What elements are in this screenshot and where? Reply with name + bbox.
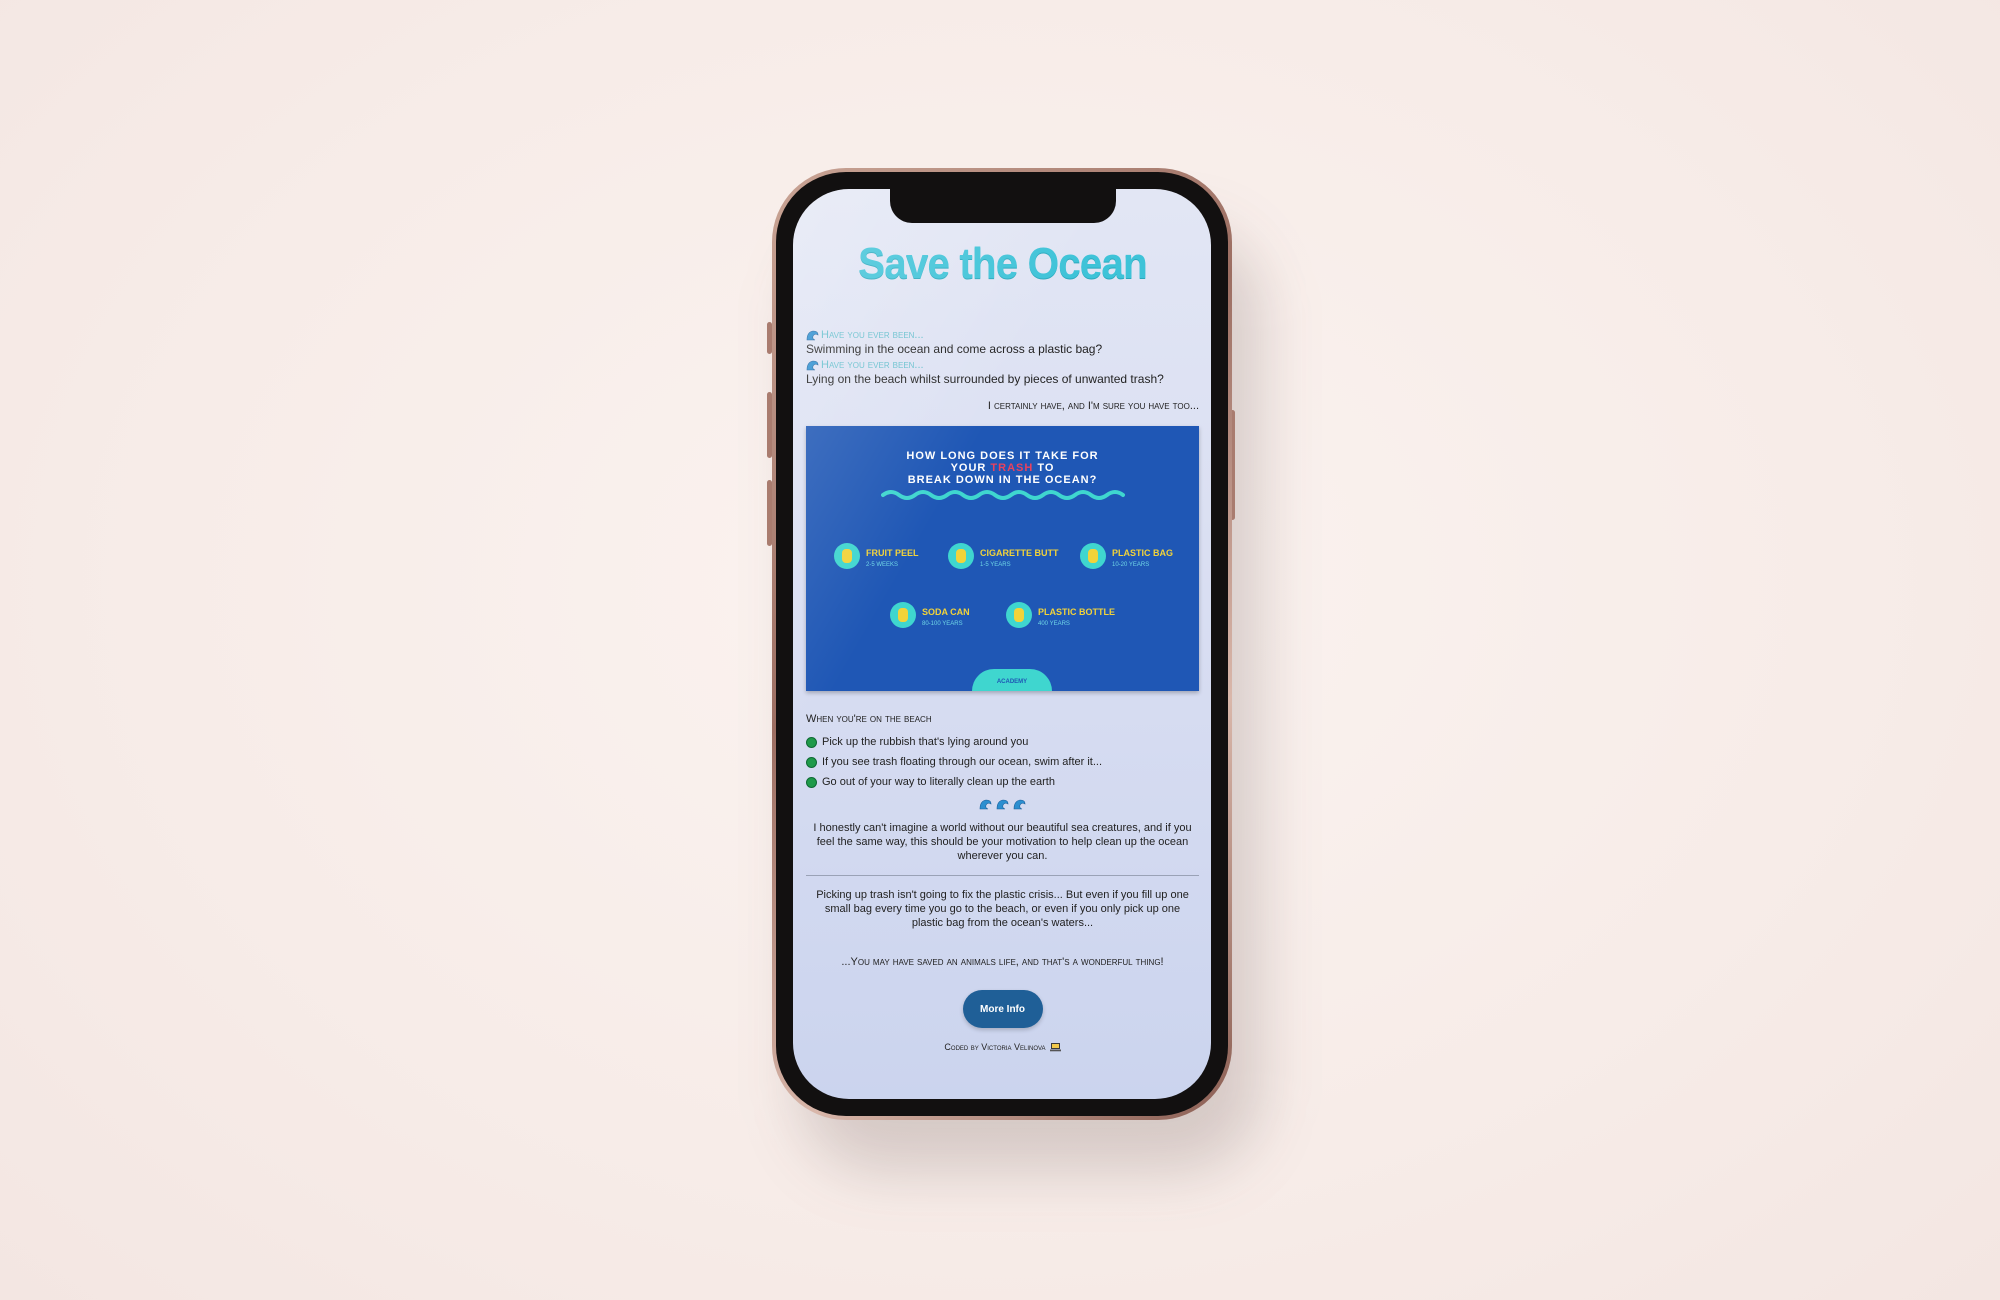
green-circle-icon <box>806 736 817 748</box>
cigarette-butt-icon <box>948 543 974 569</box>
infographic-title-word: YOUR <box>950 462 987 474</box>
more-info-button[interactable]: More Info <box>962 990 1043 1028</box>
tip-text: Go out of your way to literally clean up… <box>822 776 1055 788</box>
plastic-bag-icon <box>1080 543 1106 569</box>
wave-icon <box>806 330 819 341</box>
infographic-item: CIGARETTE BUTT 1-5 YEARS <box>948 543 1059 569</box>
infographic-item-label: SODA CAN <box>922 607 970 617</box>
section-divider <box>806 875 1199 876</box>
wave-divider-icon <box>881 490 1125 500</box>
question-text: Lying on the beach whilst surrounded by … <box>806 372 1164 386</box>
infographic-item-duration: 10-20 YEARS <box>1112 562 1150 568</box>
infographic-item-label: CIGARETTE BUTT <box>980 548 1059 558</box>
academy-badge: ACADEMY <box>972 669 1052 691</box>
green-circle-icon <box>806 776 817 788</box>
tip-item: If you see trash floating through our oc… <box>806 755 1199 769</box>
infographic-title: HOW LONG DOES IT TAKE FOR YOUR TRASH TO … <box>806 450 1199 486</box>
tip-text: If you see trash floating through our oc… <box>822 756 1103 768</box>
tip-item: Pick up the rubbish that's lying around … <box>806 735 1199 749</box>
page-content: Save the Ocean Have you ever been... Swi… <box>806 239 1199 1052</box>
infographic-item: SODA CAN 80-100 YEARS <box>890 602 970 628</box>
closing-line: ...You may have saved an animals life, a… <box>841 956 1164 968</box>
tip-text: Pick up the rubbish that's lying around … <box>822 736 1029 748</box>
footer-credit: Coded by Victoria Velinova <box>944 1042 1046 1052</box>
question-heading: Have you ever been... <box>806 359 1199 372</box>
question-text: Swimming in the ocean and come across a … <box>806 342 1103 356</box>
phone-screen: Save the Ocean Have you ever been... Swi… <box>793 189 1211 1099</box>
infographic-item-duration: 80-100 YEARS <box>922 621 963 627</box>
phone-frame: Save the Ocean Have you ever been... Swi… <box>772 168 1232 1120</box>
infographic-item: PLASTIC BOTTLE 400 YEARS <box>1006 602 1115 628</box>
infographic-title-word: TO <box>1037 462 1055 474</box>
page-title: Save the Ocean <box>858 239 1148 288</box>
wave-icon <box>1014 799 1026 810</box>
infographic-item-duration: 2-5 WEEKS <box>866 562 899 568</box>
question-block: Have you ever been... Swimming in the oc… <box>806 329 1199 357</box>
question-heading-text: Have you ever been... <box>821 329 924 341</box>
question-heading-text: Have you ever been... <box>821 359 924 371</box>
green-circle-icon <box>806 756 817 768</box>
infographic-item-label: PLASTIC BAG <box>1112 548 1174 558</box>
wave-icon <box>806 360 819 371</box>
motivation-paragraph: I honestly can't imagine a world without… <box>813 822 1192 862</box>
footer: Coded by Victoria Velinova <box>806 1042 1199 1052</box>
question-block: Have you ever been... Lying on the beach… <box>806 359 1199 387</box>
infographic-item-label: FRUIT PEEL <box>866 548 919 558</box>
right-note: I certainly have, and I'm sure you have … <box>987 400 1199 412</box>
button-wrapper: More Info <box>806 990 1199 1028</box>
trash-infographic: HOW LONG DOES IT TAKE FOR YOUR TRASH TO … <box>806 426 1199 691</box>
beach-heading: When you're on the beach <box>806 713 932 725</box>
plastic-bottle-icon <box>1006 602 1032 628</box>
infographic-item-label: PLASTIC BOTTLE <box>1038 607 1115 617</box>
fruit-peel-icon <box>834 543 860 569</box>
wave-icon <box>996 799 1009 810</box>
infographic-title-highlight: TRASH <box>990 462 1034 474</box>
infographic-item: FRUIT PEEL 2-5 WEEKS <box>834 543 919 569</box>
infographic-title-line: BREAK DOWN IN THE OCEAN? <box>907 474 1098 486</box>
phone-notch <box>890 189 1116 223</box>
crisis-paragraph: Picking up trash isn't going to fix the … <box>816 889 1189 929</box>
infographic-item: PLASTIC BAG 10-20 YEARS <box>1080 543 1173 569</box>
infographic-item-duration: 400 YEARS <box>1038 621 1070 627</box>
wave-icon <box>979 799 991 810</box>
laptop-icon <box>1049 1043 1061 1052</box>
infographic-item-duration: 1-5 YEARS <box>980 562 1011 568</box>
soda-can-icon <box>890 602 916 628</box>
waves-decoration <box>806 797 1199 815</box>
tip-item: Go out of your way to literally clean up… <box>806 775 1199 789</box>
question-heading: Have you ever been... <box>806 329 1199 342</box>
infographic-title-line: HOW LONG DOES IT TAKE FOR <box>906 450 1099 462</box>
phone-bezel: Save the Ocean Have you ever been... Swi… <box>776 172 1228 1116</box>
infographic-title-line: YOUR TRASH TO <box>806 462 1199 474</box>
